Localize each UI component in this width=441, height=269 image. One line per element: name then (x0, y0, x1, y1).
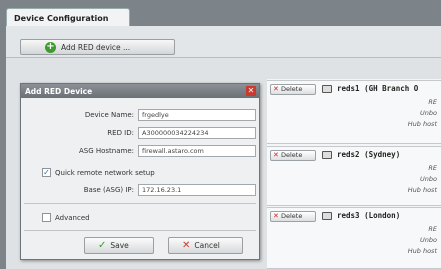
device-icon (322, 212, 332, 220)
device-card: ✕ Delete reds3 (London) RE Unbo Hub host (267, 207, 441, 269)
x-icon: ✕ (273, 85, 279, 93)
base-ip-label: Base (ASG) IP: (83, 186, 134, 194)
cancel-button[interactable]: ✕ Cancel (168, 237, 243, 254)
save-label: Save (110, 241, 129, 250)
delete-label: Delete (281, 151, 303, 159)
device-meta: RE (428, 98, 437, 106)
add-red-device-label: Add RED device ... (61, 42, 131, 52)
device-name[interactable]: reds2 (Sydney) (337, 150, 400, 159)
red-id-label: RED ID: (107, 129, 134, 137)
divider (24, 203, 256, 204)
base-ip-field[interactable]: 172.16.23.1 (138, 184, 256, 196)
dialog-title: Add RED Device (25, 87, 93, 96)
delete-button[interactable]: ✕ Delete (270, 84, 316, 95)
divider (24, 230, 256, 231)
device-card: ✕ Delete reds1 (GH Branch O RE Unbo Hub h… (267, 80, 441, 144)
device-name-field[interactable]: frgedlye (138, 109, 256, 121)
advanced-checkbox[interactable] (42, 213, 51, 222)
cancel-label: Cancel (194, 241, 220, 250)
device-meta: RE (428, 164, 437, 172)
add-red-device-dialog: Add RED Device ✕ Device Name: frgedlye R… (20, 83, 260, 260)
device-icon (322, 85, 332, 93)
device-meta: Unbo (420, 236, 437, 244)
delete-label: Delete (281, 212, 303, 220)
device-card: ✕ Delete reds2 (Sydney) RE Unbo Hub host (267, 146, 441, 206)
device-name[interactable]: reds1 (GH Branch O (337, 84, 418, 93)
x-icon: ✕ (273, 212, 279, 220)
advanced-label: Advanced (55, 214, 90, 222)
delete-label: Delete (281, 85, 303, 93)
plus-circle-icon: + (45, 41, 56, 53)
device-icon (322, 151, 332, 159)
device-name[interactable]: reds3 (London) (337, 211, 400, 220)
device-meta: Hub host (407, 186, 437, 194)
x-icon: ✕ (273, 151, 279, 159)
device-meta: Unbo (420, 175, 437, 183)
delete-button[interactable]: ✕ Delete (270, 150, 316, 161)
dialog-title-bar[interactable]: Add RED Device ✕ (21, 84, 259, 98)
asg-hostname-field[interactable]: firewall.astaro.com (138, 145, 256, 157)
delete-button[interactable]: ✕ Delete (270, 211, 316, 222)
quick-setup-label: Quick remote network setup (55, 169, 155, 177)
tab-device-configuration[interactable]: Device Configuration (6, 8, 130, 27)
device-meta: Hub host (407, 247, 437, 255)
x-icon: ✕ (182, 240, 191, 251)
asg-hostname-label: ASG Hostname: (78, 147, 134, 155)
quick-setup-checkbox[interactable]: ✓ (42, 168, 51, 177)
save-button[interactable]: ✓ Save (84, 237, 154, 254)
device-meta: Unbo (420, 109, 437, 117)
device-name-label: Device Name: (84, 111, 134, 119)
check-icon: ✓ (98, 240, 107, 251)
red-id-field[interactable]: A300000034224234 (138, 127, 256, 139)
close-icon[interactable]: ✕ (246, 86, 256, 96)
add-red-device-button[interactable]: + Add RED device ... (20, 39, 175, 55)
device-meta: RE (428, 225, 437, 233)
device-meta: Hub host (407, 120, 437, 128)
